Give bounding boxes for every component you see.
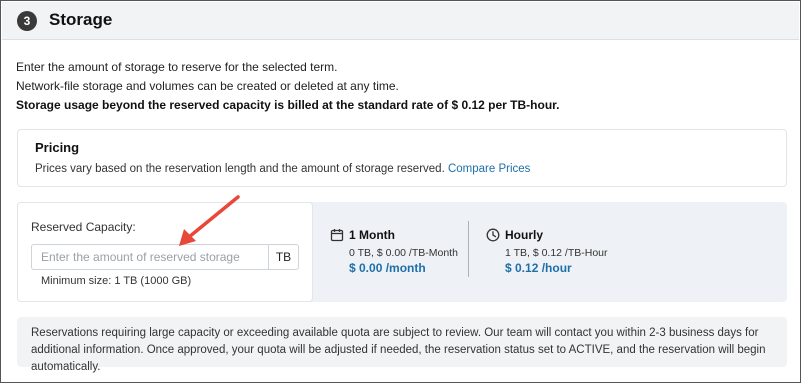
- pricing-card: Pricing Prices vary based on the reserva…: [17, 129, 787, 187]
- intro-line-2: Network-file storage and volumes can be …: [16, 79, 399, 93]
- pricing-description: Prices vary based on the reservation len…: [35, 163, 530, 175]
- option-detail: 0 TB, $ 0.00 /TB-Month: [349, 247, 458, 259]
- options-divider: [468, 221, 469, 277]
- option-price: $ 0.12 /hour: [505, 261, 572, 275]
- clock-icon: [486, 228, 500, 242]
- option-title: Hourly: [505, 228, 544, 242]
- capacity-unit: TB: [268, 244, 299, 270]
- reservation-panel: Reserved Capacity: TB Minimum size: 1 TB…: [17, 202, 787, 302]
- minimum-size-hint: Minimum size: 1 TB (1000 GB): [41, 275, 192, 287]
- option-detail: 1 TB, $ 0.12 /TB-Hour: [505, 247, 608, 259]
- annotation-arrow-icon: [179, 195, 240, 246]
- review-notice: Reservations requiring large capacity or…: [17, 317, 787, 373]
- step-number-badge: 3: [17, 11, 37, 31]
- reserved-capacity-label: Reserved Capacity:: [31, 220, 136, 234]
- intro-text: Enter the amount of storage to reserve f…: [16, 58, 560, 115]
- section-title: Storage: [49, 10, 113, 29]
- section-header: 3 Storage: [2, 2, 799, 40]
- intro-billing-warning: Storage usage beyond the reserved capaci…: [16, 98, 560, 112]
- option-title: 1 Month: [349, 228, 395, 242]
- option-price: $ 0.00 /month: [349, 261, 426, 275]
- capacity-box: Reserved Capacity: TB Minimum size: 1 TB…: [17, 202, 313, 302]
- pricing-title: Pricing: [35, 140, 80, 155]
- compare-prices-link[interactable]: Compare Prices: [448, 163, 530, 175]
- pricing-text: Prices vary based on the reservation len…: [35, 163, 445, 175]
- storage-section: 3 Storage Enter the amount of storage to…: [0, 0, 801, 383]
- intro-line-1: Enter the amount of storage to reserve f…: [16, 60, 338, 74]
- calendar-icon: [330, 229, 344, 242]
